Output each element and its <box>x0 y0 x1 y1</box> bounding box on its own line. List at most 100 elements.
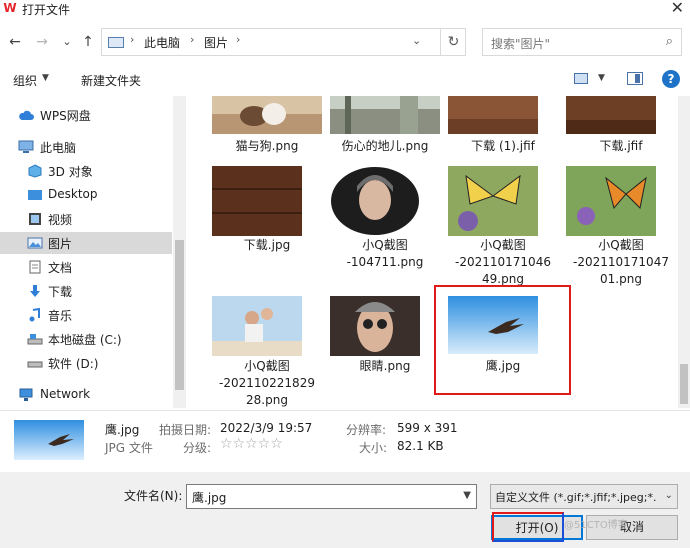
rating-stars[interactable]: ☆☆☆☆☆ <box>220 436 283 452</box>
butterfly-thumbnail <box>448 166 538 236</box>
sidebar-scrollbar[interactable] <box>173 96 186 408</box>
filename-input[interactable]: 鹰.jpg ▼ <box>186 484 477 509</box>
sidebar-item-drive-d[interactable]: 软件 (D:) <box>0 352 172 374</box>
address-bar[interactable]: › 此电脑 › 图片 › ⌄ ↻ <box>101 28 466 56</box>
details-pane <box>0 410 690 470</box>
eyes-portrait-thumbnail <box>330 296 420 356</box>
window-title: 打开文件 <box>22 3 71 17</box>
breadcrumb-pictures[interactable]: 图片 <box>204 34 228 51</box>
view-options-chevron-icon[interactable]: ▼ <box>598 73 605 83</box>
resolution-key: 分辨率: <box>346 423 387 437</box>
forward-arrow-icon[interactable]: → <box>33 33 51 51</box>
file-name: 小Q截图 <box>598 238 644 252</box>
file-name: -202110171047 <box>573 255 669 269</box>
navigation-pane: WPS网盘 此电脑 3D 对象 Desktop 视频 图片 文档 下载 音乐 本… <box>0 96 186 408</box>
up-arrow-icon[interactable]: ↑ <box>79 33 97 51</box>
file-name: 小Q截图 <box>480 238 526 252</box>
sidebar-item-this-pc[interactable]: 此电脑 <box>0 136 172 158</box>
file-name: -202110171046 <box>455 255 551 269</box>
sidebar-item-documents[interactable]: 文档 <box>0 256 172 278</box>
new-folder-button[interactable]: 新建文件夹 <box>81 72 141 89</box>
chevron-down-icon[interactable]: ⌄ <box>412 34 421 47</box>
back-arrow-icon[interactable]: ← <box>6 33 24 51</box>
close-icon[interactable]: ✕ <box>671 0 684 17</box>
wps-logo-icon: W <box>3 1 17 15</box>
resolution-value: 599 x 391 <box>397 421 458 435</box>
breadcrumb-separator[interactable]: › <box>190 33 194 46</box>
filename-value[interactable]: 鹰.jpg <box>192 489 226 506</box>
video-icon <box>29 213 41 225</box>
file-name: -202110221829 <box>219 376 315 390</box>
file-name: 下载.jfif <box>599 139 643 153</box>
file-type-filter-value[interactable]: 自定义文件 (*.gif;*.jfif;*.jpeg;*. <box>495 489 656 505</box>
couple-beach-thumbnail <box>212 296 302 356</box>
file-name: 28.png <box>246 393 288 407</box>
preview-pane-icon[interactable] <box>627 72 643 85</box>
chevron-down-icon[interactable]: ▼ <box>463 490 471 501</box>
title-bar: W 打开文件 ✕ <box>0 0 690 18</box>
annotation-highlight-box <box>434 285 571 395</box>
search-placeholder[interactable]: 搜索"图片" <box>491 35 550 52</box>
sidebar-item-3d-objects[interactable]: 3D 对象 <box>0 160 172 182</box>
scrollbar-thumb[interactable] <box>680 364 688 404</box>
annotation-highlight-box <box>492 512 564 542</box>
music-icon <box>29 308 40 322</box>
help-icon[interactable]: ? <box>662 70 680 88</box>
sidebar-item-wps-cloud[interactable]: WPS网盘 <box>0 104 172 126</box>
chevron-down-icon[interactable]: ▼ <box>42 73 49 83</box>
watermark-text: @51CTO博客 <box>564 520 628 531</box>
sidebar-item-label: 软件 (D:) <box>48 357 99 371</box>
rating-key: 分级: <box>183 441 212 455</box>
sidebar-item-videos[interactable]: 视频 <box>0 208 172 230</box>
file-name: -104711.png <box>346 255 424 269</box>
file-name: 下载.jpg <box>243 238 291 252</box>
date-taken-value: 2022/3/9 19:57 <box>220 421 313 435</box>
sidebar-item-network[interactable]: Network <box>0 384 172 406</box>
file-grid-scrollbar[interactable] <box>678 96 690 408</box>
change-view-icon[interactable] <box>574 73 588 84</box>
file-name: 小Q截图 <box>244 359 290 373</box>
sidebar-item-label: Desktop <box>48 187 98 201</box>
sidebar-item-label: 3D 对象 <box>48 165 93 179</box>
file-name: 下载 (1).jfif <box>471 139 535 153</box>
sidebar-item-label: 音乐 <box>48 309 73 323</box>
sidebar-item-label: 下载 <box>48 285 73 299</box>
sidebar-item-desktop[interactable]: Desktop <box>0 184 172 206</box>
refresh-icon[interactable]: ↻ <box>440 29 466 55</box>
search-icon[interactable]: ⌕ <box>666 34 673 49</box>
3d-objects-icon <box>28 164 42 178</box>
breadcrumb-this-pc[interactable]: 此电脑 <box>144 34 180 51</box>
wood-texture-thumbnail <box>212 166 302 236</box>
sidebar-item-downloads[interactable]: 下载 <box>0 280 172 302</box>
sidebar-item-music[interactable]: 音乐 <box>0 304 172 326</box>
file-name: 01.png <box>600 272 642 286</box>
file-name: 眼睛.png <box>359 359 411 373</box>
breadcrumb-separator[interactable]: › <box>236 33 240 46</box>
organize-button[interactable]: 组织 <box>13 72 37 89</box>
search-box[interactable]: 搜索"图片" ⌕ <box>482 28 682 56</box>
sad-place-thumbnail <box>330 96 440 134</box>
file-name: 小Q截图 <box>362 238 408 252</box>
file-name: 猫与狗.png <box>235 139 299 153</box>
file-name: 伤心的地儿.png <box>341 139 429 153</box>
drive-c-icon <box>27 334 43 345</box>
sidebar-item-drive-c[interactable]: 本地磁盘 (C:) <box>0 328 172 350</box>
wood-texture-thumbnail <box>566 96 656 134</box>
pictures-icon <box>27 237 43 249</box>
selected-file-name: 鹰.jpg <box>105 423 140 437</box>
scrollbar-thumb[interactable] <box>175 240 184 390</box>
size-value: 82.1 KB <box>397 439 444 453</box>
cloud-icon <box>19 110 34 120</box>
documents-icon <box>29 260 41 274</box>
chevron-down-icon[interactable]: ⌄ <box>664 490 673 501</box>
filename-label: 文件名(N): <box>124 489 183 503</box>
recent-locations-chevron-icon[interactable]: ⌄ <box>58 33 76 51</box>
sidebar-item-label: 此电脑 <box>40 141 77 155</box>
desktop-icon <box>28 190 42 200</box>
file-type-filter[interactable]: 自定义文件 (*.gif;*.jfif;*.jpeg;*. ⌄ <box>490 484 678 509</box>
sidebar-item-label: 文档 <box>48 261 73 275</box>
sidebar-item-label: Network <box>40 387 91 401</box>
download-icon <box>30 285 40 297</box>
sidebar-item-pictures[interactable]: 图片 <box>0 232 172 254</box>
breadcrumb-separator[interactable]: › <box>130 33 134 46</box>
